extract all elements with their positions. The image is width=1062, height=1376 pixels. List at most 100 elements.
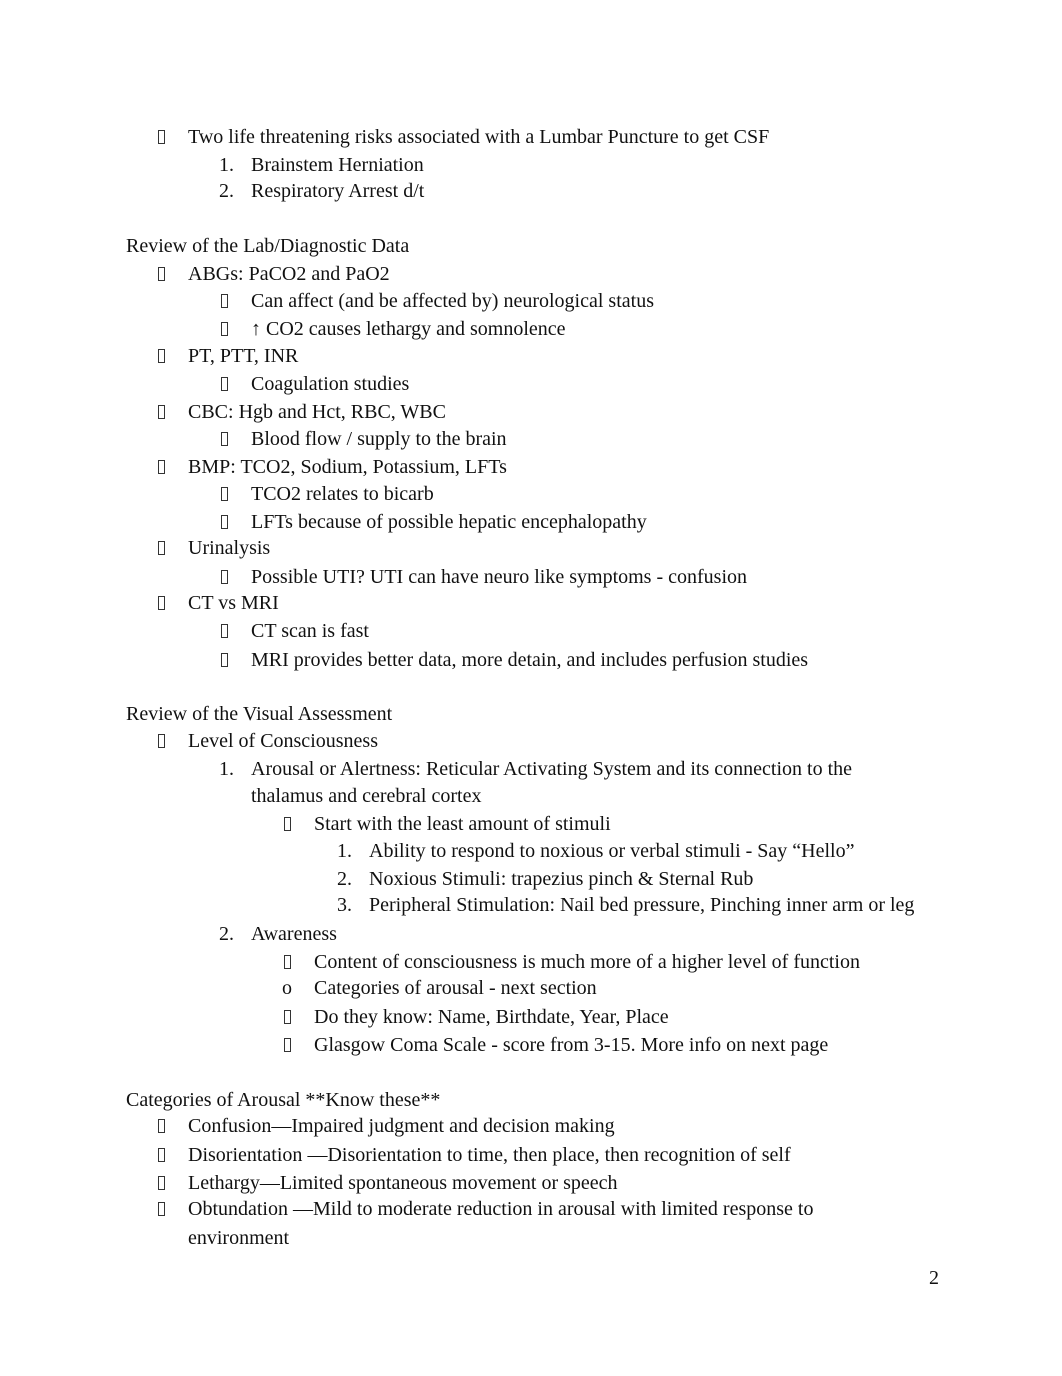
bullet-icon: [221, 372, 228, 396]
visual-heading: Review of the Visual Assessment: [126, 703, 393, 725]
lp-item-text: Brainstem Herniation: [251, 154, 424, 176]
lab-item-ua: Urinalysis: [158, 536, 271, 560]
lab-sub: ↑ CO2 causes lethargy and somnolence: [221, 317, 566, 341]
awareness-sub-text: Content of consciousness is much more of…: [314, 951, 860, 973]
stimulus-step: 2. Noxious Stimuli: trapezius pinch & St…: [337, 867, 754, 891]
bullet-icon: [158, 455, 165, 479]
awareness-sub: Do they know: Name, Birthdate, Year, Pla…: [284, 1005, 669, 1029]
step-text: Noxious Stimuli: trapezius pinch & Stern…: [369, 868, 754, 890]
lab-sub: Possible UTI? UTI can have neuro like sy…: [221, 565, 748, 589]
arousal-category-cont: environment: [188, 1227, 290, 1249]
lab-sub-text: Coagulation studies: [251, 373, 410, 395]
lab-item-label: Urinalysis: [188, 537, 271, 559]
list-number: 1.: [219, 154, 234, 176]
list-number: 1.: [337, 840, 352, 862]
category-term: Obtundation: [188, 1198, 288, 1220]
bullet-icon: [158, 262, 165, 286]
lab-item-imaging: CT vs MRI: [158, 591, 279, 615]
lab-item-cbc: CBC: Hgb and Hct, RBC, WBC: [158, 400, 446, 424]
lp-bullet: Two life threatening risks associated wi…: [158, 125, 770, 149]
arousal-category: Disorientation —Disorientation to time, …: [158, 1143, 791, 1167]
bullet-icon: [158, 536, 165, 560]
lp-bullet-text: Two life threatening risks associated wi…: [188, 126, 770, 148]
step-text: Ability to respond to noxious or verbal …: [369, 840, 855, 862]
arousal-heading: Categories of Arousal **Know these**: [126, 1089, 441, 1111]
lp-item-2: 2. Respiratory Arrest d/t: [219, 179, 424, 203]
list-number: 2.: [337, 868, 352, 890]
bullet-icon: [158, 1197, 165, 1221]
arousal-item-cont: thalamus and cerebral cortex: [251, 785, 482, 807]
arousal-item: 1. Arousal or Alertness: Reticular Activ…: [219, 757, 852, 781]
arousal-text: Arousal or Alertness: Reticular Activati…: [251, 758, 852, 780]
lab-item-bmp: BMP: TCO2, Sodium, Potassium, LFTs: [158, 455, 507, 479]
lab-sub: LFTs because of possible hepatic encepha…: [221, 510, 647, 534]
awareness-sub-text: Categories of arousal - next section: [314, 977, 597, 999]
bullet-icon: [221, 482, 228, 506]
bullet-icon: [284, 1033, 291, 1057]
arousal-sub: Start with the least amount of stimuli: [284, 812, 611, 836]
lab-item-coag: PT, PTT, INR: [158, 344, 299, 368]
awareness-sub: Content of consciousness is much more of…: [284, 950, 860, 974]
lab-sub: Can affect (and be affected by) neurolog…: [221, 289, 654, 313]
awareness-sub-text: Do they know: Name, Birthdate, Year, Pla…: [314, 1006, 669, 1028]
bullet-icon: [284, 812, 291, 836]
list-number: 3.: [337, 894, 352, 916]
category-term: Disorientation: [188, 1144, 303, 1166]
lab-item-abgs: ABGs: PaCO2 and PaO2: [158, 262, 390, 286]
lab-sub-text: CT scan is fast: [251, 620, 369, 642]
page-number: 2: [929, 1267, 939, 1289]
arousal-category: Obtundation —Mild to moderate reduction …: [158, 1197, 814, 1221]
lab-item-label: CBC: Hgb and Hct, RBC, WBC: [188, 401, 446, 423]
bullet-icon: [221, 619, 228, 643]
bullet-icon: [221, 317, 228, 341]
lab-item-label: ABGs: PaCO2 and PaO2: [188, 263, 390, 285]
lab-sub: CT scan is fast: [221, 619, 369, 643]
category-term: Confusion: [188, 1115, 272, 1137]
category-definition: —Impaired judgment and decision making: [271, 1115, 615, 1137]
arousal-sub-text: Start with the least amount of stimuli: [314, 813, 611, 835]
lab-item-label: CT vs MRI: [188, 592, 279, 614]
awareness-sub: Glasgow Coma Scale - score from 3-15. Mo…: [284, 1033, 829, 1057]
lp-item-1: 1. Brainstem Herniation: [219, 153, 424, 177]
awareness-item: 2. Awareness: [219, 922, 337, 946]
circle-bullet-icon: o: [282, 977, 292, 999]
arousal-category: Confusion—Impaired judgment and decision…: [158, 1114, 615, 1138]
bullet-icon: [158, 591, 165, 615]
bullet-icon: [221, 565, 228, 589]
lab-sub-text: MRI provides better data, more detain, a…: [251, 649, 809, 671]
bullet-icon: [158, 729, 165, 753]
bullet-icon: [158, 400, 165, 424]
bullet-icon: [221, 648, 228, 672]
awareness-sub: o Categories of arousal - next section: [282, 976, 597, 1000]
bullet-icon: [221, 427, 228, 451]
lab-sub-text: Possible UTI? UTI can have neuro like sy…: [251, 566, 748, 588]
awareness-text: Awareness: [251, 923, 337, 945]
bullet-icon: [221, 510, 228, 534]
lab-item-label: BMP: TCO2, Sodium, Potassium, LFTs: [188, 456, 507, 478]
lab-heading: Review of the Lab/Diagnostic Data: [126, 235, 410, 257]
lab-sub-text: Can affect (and be affected by) neurolog…: [251, 290, 654, 312]
bullet-icon: [284, 950, 291, 974]
bullet-icon: [284, 1005, 291, 1029]
lab-sub-text: Blood flow / supply to the brain: [251, 428, 507, 450]
awareness-sub-text: Glasgow Coma Scale - score from 3-15. Mo…: [314, 1034, 829, 1056]
category-definition: —Disorientation to time, then place, the…: [302, 1144, 791, 1166]
loc-bullet: Level of Consciousness: [158, 729, 378, 753]
bullet-icon: [221, 289, 228, 313]
lab-sub: MRI provides better data, more detain, a…: [221, 648, 809, 672]
lab-sub-text: TCO2 relates to bicarb: [251, 483, 434, 505]
list-number: 1.: [219, 758, 234, 780]
bullet-icon: [158, 344, 165, 368]
bullet-icon: [158, 1114, 165, 1138]
lab-sub: TCO2 relates to bicarb: [221, 482, 434, 506]
bullet-icon: [158, 1171, 165, 1195]
lab-sub: Blood flow / supply to the brain: [221, 427, 507, 451]
category-term: Lethargy: [188, 1172, 260, 1194]
list-number: 2.: [219, 923, 234, 945]
step-text: Peripheral Stimulation: Nail bed pressur…: [369, 894, 915, 916]
category-definition: —Mild to moderate reduction in arousal w…: [288, 1198, 814, 1220]
bullet-icon: [158, 1143, 165, 1167]
loc-text: Level of Consciousness: [188, 730, 378, 752]
category-definition: —Limited spontaneous movement or speech: [259, 1172, 618, 1194]
lab-item-label: PT, PTT, INR: [188, 345, 299, 367]
